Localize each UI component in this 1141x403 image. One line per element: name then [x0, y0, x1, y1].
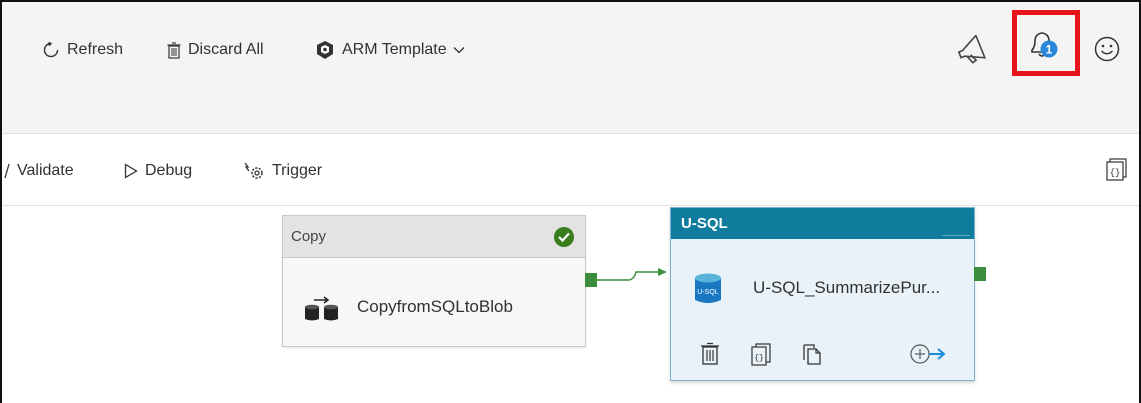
- debug-label: Debug: [145, 162, 193, 179]
- usql-activity-header: U-SQL: [671, 208, 974, 239]
- activity-connector-arrow[interactable]: [596, 262, 676, 286]
- usql-icon-text: U-SQL: [697, 289, 719, 296]
- trash-icon: [167, 41, 181, 59]
- pipeline-toolbar: Validate Debug Trigger {}: [2, 134, 1139, 206]
- arm-template-dropdown[interactable]: ARM Template: [315, 38, 472, 62]
- copy-activity-name: CopyfromSQLtoBlob: [357, 297, 513, 316]
- play-icon: [124, 163, 138, 179]
- add-output-arrow-icon[interactable]: [909, 342, 947, 366]
- notification-count: 1: [1046, 43, 1053, 57]
- delete-activity-icon[interactable]: [699, 342, 721, 366]
- discard-all-button[interactable]: Discard All: [167, 38, 264, 62]
- refresh-button[interactable]: Refresh: [42, 38, 123, 62]
- clone-activity-icon[interactable]: [801, 342, 823, 366]
- validate-button[interactable]: Validate: [4, 160, 74, 182]
- arm-template-icon: [317, 41, 333, 59]
- code-view-icon[interactable]: {}: [1105, 157, 1129, 181]
- activity-code-icon[interactable]: {}: [750, 342, 772, 366]
- chevron-down-icon: [453, 47, 465, 54]
- copy-activity-type: Copy: [291, 228, 327, 245]
- usql-output-port[interactable]: [974, 267, 986, 281]
- arm-template-label: ARM Template: [342, 41, 447, 58]
- discard-all-label: Discard All: [188, 41, 264, 58]
- notification-bell-icon[interactable]: 1: [1027, 28, 1061, 62]
- success-check-icon: [554, 227, 574, 247]
- svg-text:{}: {}: [1110, 168, 1121, 178]
- megaphone-icon[interactable]: [955, 35, 989, 65]
- top-toolbar: Refresh Discard All ARM Template: [2, 2, 1139, 134]
- trigger-label: Trigger: [272, 162, 323, 179]
- refresh-label: Refresh: [67, 41, 124, 58]
- refresh-icon: [43, 41, 59, 58]
- usql-database-icon: U-SQL: [695, 273, 721, 303]
- trigger-gear-icon: [244, 162, 263, 179]
- usql-header-divider: [942, 235, 970, 236]
- trigger-button[interactable]: Trigger: [243, 160, 322, 182]
- usql-activity-name: U-SQL_SummarizePur...: [753, 278, 941, 297]
- copy-activity-body: CopyfromSQLtoBlob: [283, 259, 585, 347]
- usql-activity-type: U-SQL: [681, 215, 728, 232]
- validate-check-icon: [4, 163, 10, 179]
- svg-text:{}: {}: [754, 354, 764, 363]
- debug-button[interactable]: Debug: [124, 160, 192, 182]
- usql-activity-card[interactable]: U-SQL U-SQL U-SQL_SummarizePur... {}: [670, 207, 975, 381]
- copy-activity-header: Copy: [283, 216, 585, 258]
- validate-label: Validate: [17, 162, 74, 179]
- copy-data-icon: [305, 296, 338, 321]
- copy-activity-card[interactable]: Copy CopyfromSQLtoBlob: [282, 215, 586, 347]
- smiley-feedback-icon[interactable]: [1094, 36, 1120, 62]
